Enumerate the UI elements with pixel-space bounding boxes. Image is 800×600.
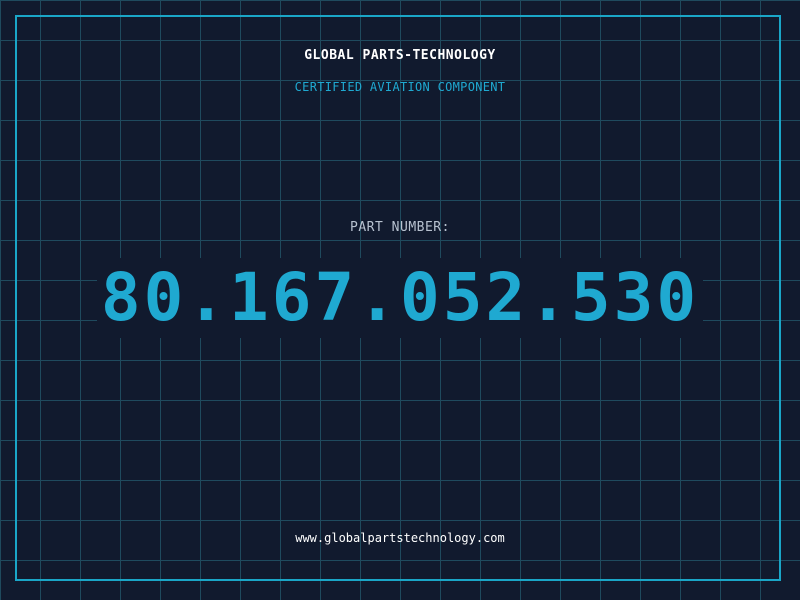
part-number-container: 80.167.052.530 <box>0 258 800 338</box>
website-url: www.globalpartstechnology.com <box>295 531 505 545</box>
part-number-value: 80.167.052.530 <box>96 258 704 338</box>
tagline: CERTIFIED AVIATION COMPONENT <box>294 80 506 94</box>
company-name: GLOBAL PARTS-TECHNOLOGY <box>304 48 496 63</box>
part-number-label: PART NUMBER: <box>350 220 450 235</box>
